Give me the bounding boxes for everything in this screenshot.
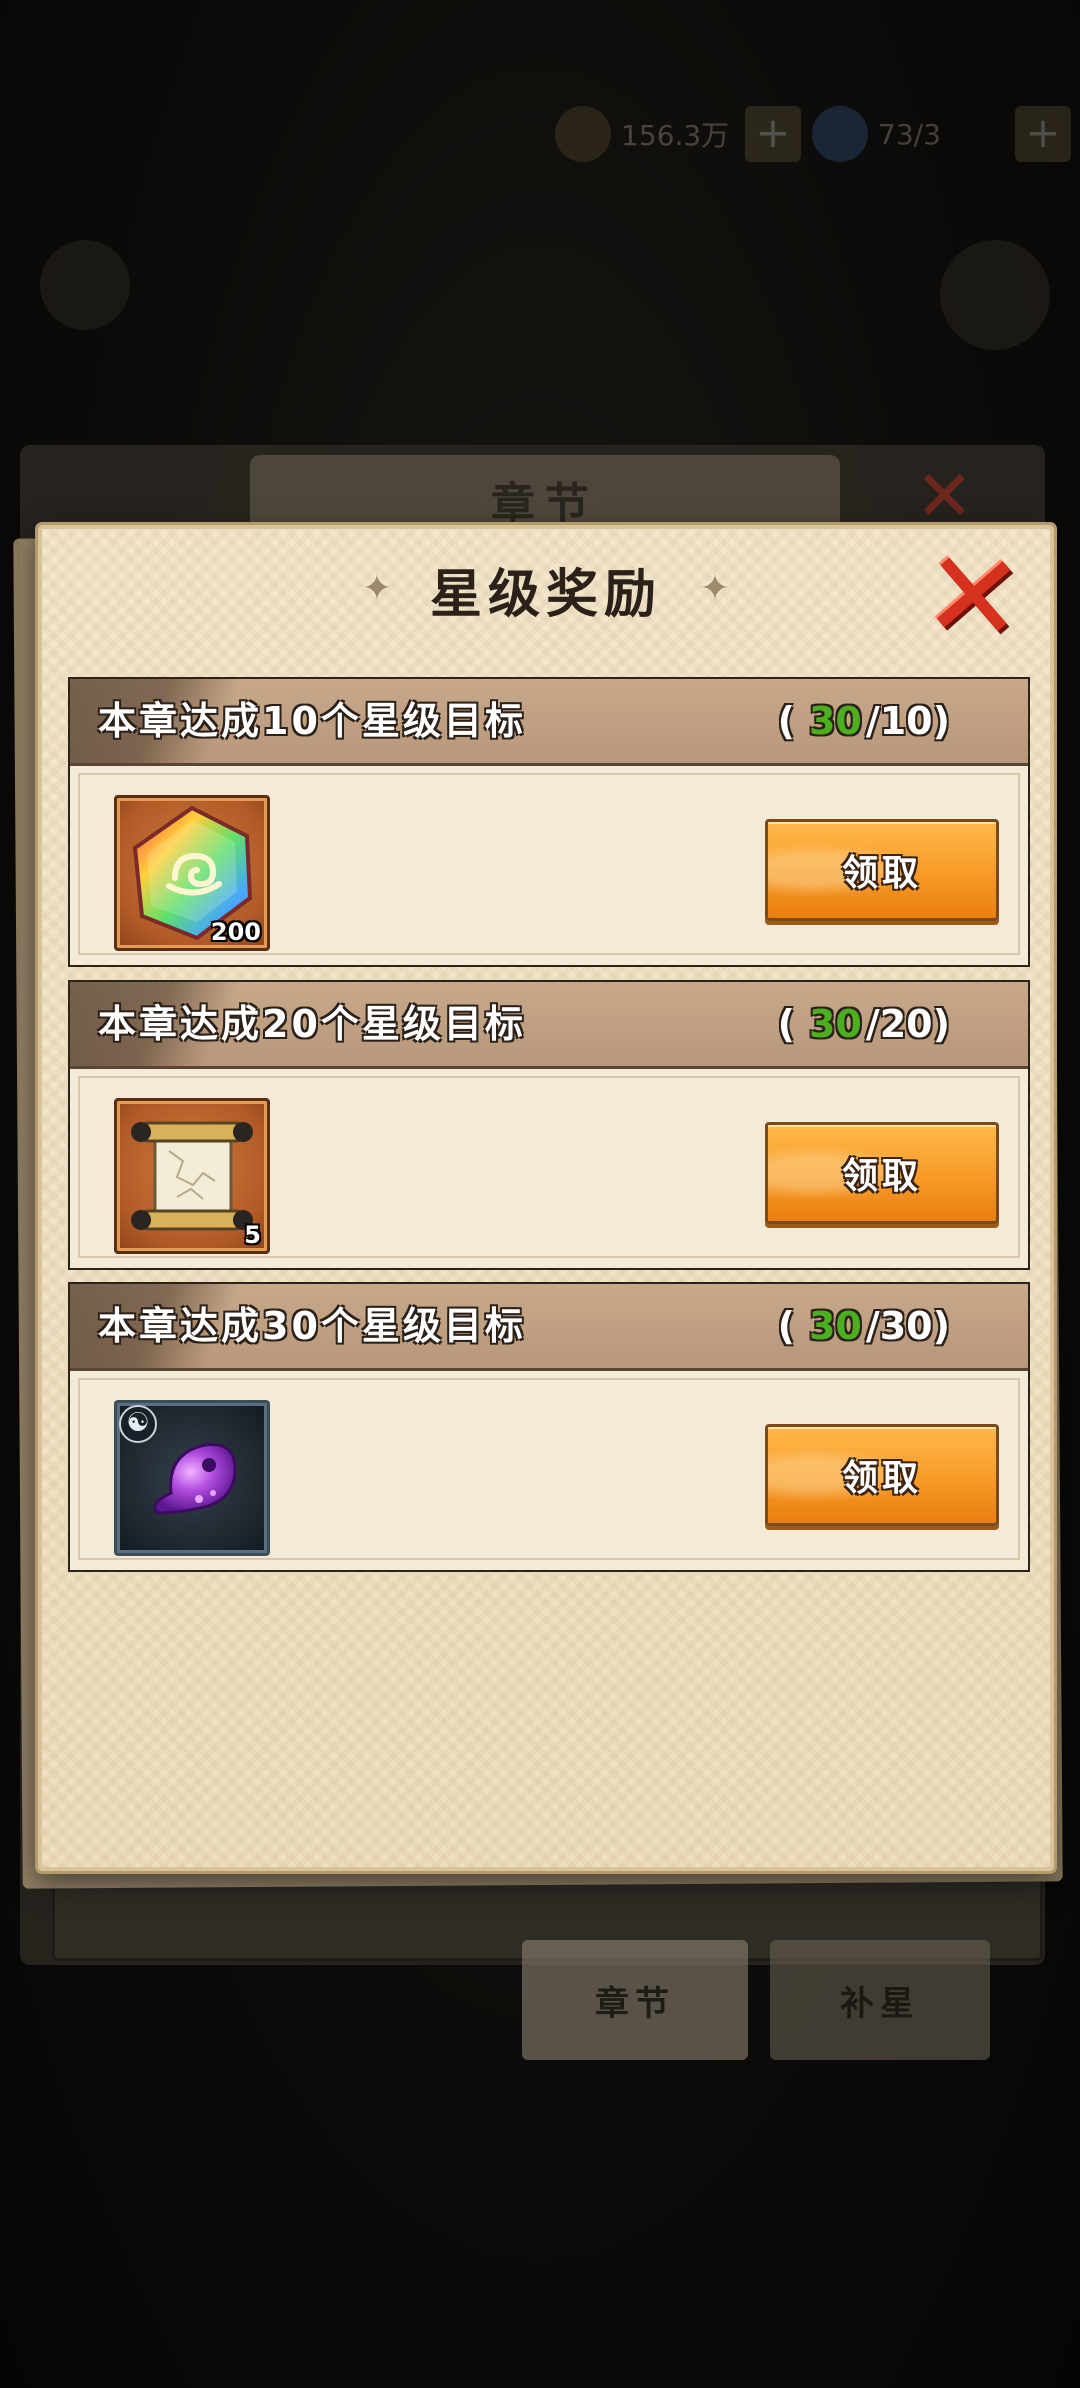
shuriken-right-icon: ✦ <box>699 568 731 609</box>
reward-section-10: 本章达成10个星级目标 (30/10) 200 领取 <box>68 677 1030 967</box>
progress-current: 30 <box>808 1002 862 1046</box>
shuriken-left-icon: ✦ <box>361 568 393 609</box>
reward-section-20: 本章达成20个星级目标 (30/20) 5 领取 <box>68 980 1030 1270</box>
reward-item-slot[interactable]: 5 <box>114 1098 270 1254</box>
bg-avatar-blob <box>40 240 130 330</box>
reward-item-slot[interactable]: 200 <box>114 795 270 951</box>
item-count: 5 <box>244 1221 261 1249</box>
modal-title: 星级奖励 <box>429 564 662 625</box>
stamina-counter: 73/3 <box>812 106 941 162</box>
section-title: 本章达成20个星级目标 <box>98 1002 526 1046</box>
section-header: 本章达成20个星级目标 (30/20) <box>70 982 1028 1069</box>
section-progress: (30/20) <box>778 982 950 1066</box>
reward-section-30: 本章达成30个星级目标 (30/30) ☯ 领取 <box>68 1282 1030 1572</box>
claim-button[interactable]: 领取 <box>765 819 999 921</box>
tab-chapter[interactable]: 章节 <box>522 1940 748 2060</box>
claim-button[interactable]: 领取 <box>765 1122 999 1224</box>
tab-add-star[interactable]: 补星 <box>770 1940 990 2060</box>
section-title: 本章达成30个星级目标 <box>98 1304 526 1348</box>
progress-current: 30 <box>808 1304 862 1348</box>
section-body: 5 领取 <box>78 1076 1020 1258</box>
coin-counter: 156.3万 <box>555 106 729 162</box>
stamina-value: 73/3 <box>878 117 941 151</box>
progress-close-paren: ) <box>932 1304 950 1348</box>
modal-header: ✦ 星级奖励 ✦ <box>42 549 1050 629</box>
add-stamina-button[interactable]: + <box>1015 106 1071 162</box>
section-title: 本章达成10个星级目标 <box>98 699 526 743</box>
progress-target: /20 <box>865 1002 933 1046</box>
section-header: 本章达成30个星级目标 (30/30) <box>70 1284 1028 1371</box>
coin-icon <box>555 106 611 162</box>
resource-bar: 156.3万 + 73/3 + <box>0 90 1080 185</box>
yin-yang-icon: ☯ <box>119 1405 157 1443</box>
progress-open-paren: ( <box>777 1304 795 1348</box>
reward-item-slot[interactable]: ☯ <box>114 1400 270 1556</box>
bg-menu-blob <box>940 240 1050 350</box>
progress-close-paren: ) <box>932 1002 950 1046</box>
screen: 156.3万 + 73/3 + 章节 ✕ 章节 补星 ✦ 星级奖励 ✦ ✕ 本章… <box>0 0 1080 2388</box>
item-count: 200 <box>210 918 261 946</box>
section-progress: (30/10) <box>778 679 950 763</box>
section-progress: (30/30) <box>778 1284 950 1368</box>
section-header: 本章达成10个星级目标 (30/10) <box>70 679 1028 766</box>
progress-open-paren: ( <box>777 699 795 743</box>
coin-value: 156.3万 <box>621 119 730 152</box>
section-body: ☯ 领取 <box>78 1378 1020 1560</box>
stamina-icon <box>812 106 868 162</box>
progress-target: /30 <box>865 1304 933 1348</box>
close-icon: ✕ <box>918 524 1029 671</box>
close-button[interactable]: ✕ <box>915 525 1031 671</box>
progress-target: /10 <box>865 699 933 743</box>
progress-close-paren: ) <box>932 699 950 743</box>
background-close-icon: ✕ <box>915 455 974 537</box>
progress-open-paren: ( <box>777 1002 795 1046</box>
section-body: 200 领取 <box>78 773 1020 955</box>
claim-button[interactable]: 领取 <box>765 1424 999 1526</box>
progress-current: 30 <box>808 699 862 743</box>
add-coin-button[interactable]: + <box>745 106 801 162</box>
